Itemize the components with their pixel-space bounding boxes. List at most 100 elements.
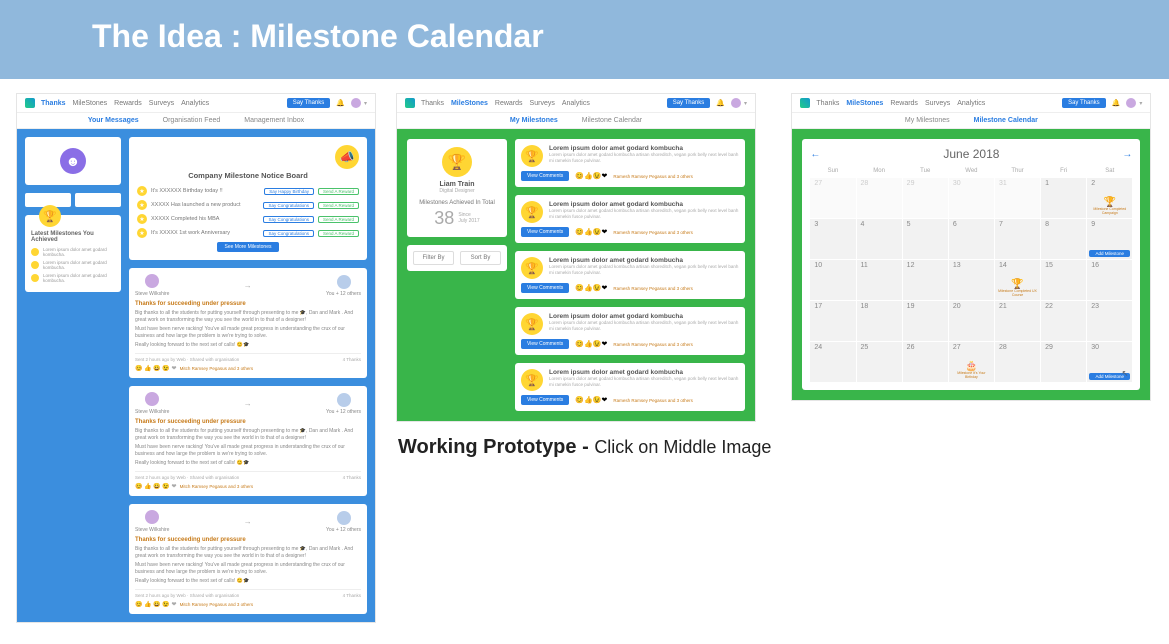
view-comments-button[interactable]: View Comments (521, 283, 569, 293)
calendar-cell[interactable]: 1 (1041, 178, 1086, 218)
calendar-cell[interactable]: 31 (995, 178, 1040, 218)
calendar-cell[interactable]: 25 (857, 342, 902, 382)
emoji-reactions[interactable]: 😊 👍 😀 😉 ❤ (135, 365, 177, 372)
recipients-avatar (337, 393, 351, 407)
prev-month-button[interactable]: ← (810, 149, 820, 160)
calendar-cell[interactable]: 26 (903, 342, 948, 382)
nav-rewards[interactable]: Rewards (114, 100, 142, 107)
say-thanks-button[interactable]: Say Thanks (287, 98, 331, 108)
mock-calendar-view[interactable]: Thanks MileStones Rewards Surveys Analyt… (791, 93, 1151, 401)
mood-card[interactable]: ☻ (25, 137, 121, 185)
nav-surveys[interactable]: Surveys (149, 100, 174, 107)
calendar-cell[interactable]: 15 (1041, 260, 1086, 300)
calendar-cell[interactable]: 18 (857, 301, 902, 341)
calendar-cell[interactable]: 7 (995, 219, 1040, 259)
caret-down-icon[interactable]: ▾ (364, 100, 367, 107)
emoji-reactions[interactable]: 😊 👍 😀 😉 ❤ (135, 601, 177, 608)
tab-management-inbox[interactable]: Management Inbox (244, 117, 304, 124)
emoji-reactions[interactable]: 😊👍😉❤ (575, 172, 607, 180)
tab-milestone-calendar[interactable]: Milestone Calendar (974, 117, 1038, 124)
calendar-cell[interactable]: 10 (810, 260, 855, 300)
view-comments-button[interactable]: View Comments (521, 339, 569, 349)
notice-row: ★XXXXX Has launched a new productSay Con… (137, 200, 359, 210)
nav-rewards[interactable]: Rewards (495, 100, 523, 107)
trophy-icon: 🏆 (39, 205, 61, 227)
calendar-cell[interactable]: 20 (949, 301, 994, 341)
calendar-cell[interactable]: 14🏆Milestone Completed UX Course (995, 260, 1040, 300)
view-comments-button[interactable]: View Comments (521, 171, 569, 181)
profile-role: Digital Designer (415, 188, 499, 194)
view-comments-button[interactable]: View Comments (521, 395, 569, 405)
view-comments-button[interactable]: View Comments (521, 227, 569, 237)
filter-by-button[interactable]: Filter By (413, 251, 454, 265)
tab-my-milestones[interactable]: My Milestones (905, 117, 950, 124)
calendar-cell[interactable]: 16 (1087, 260, 1132, 300)
calendar-cell[interactable]: 9Add Milestone (1087, 219, 1132, 259)
tab-your-messages[interactable]: Your Messages (88, 117, 139, 124)
profile-name: Liam Train (415, 181, 499, 188)
calendar-cell[interactable]: 19 (903, 301, 948, 341)
nav-milestones[interactable]: MileStones (846, 100, 883, 107)
calendar-cell[interactable]: 30Add Milestone↖ (1087, 342, 1132, 382)
tab-my-milestones[interactable]: My Milestones (510, 117, 558, 124)
trophy-icon: 🏆 (442, 147, 472, 177)
say-thanks-button[interactable]: Say Thanks (667, 98, 711, 108)
tab-org-feed[interactable]: Organisation Feed (163, 117, 221, 124)
nav-surveys[interactable]: Surveys (925, 100, 950, 107)
emoji-reactions[interactable]: 😊👍😉❤ (575, 340, 607, 348)
tab-milestone-calendar[interactable]: Milestone Calendar (582, 117, 642, 124)
nav-analytics[interactable]: Analytics (957, 100, 985, 107)
calendar-cell[interactable]: 24 (810, 342, 855, 382)
emoji-reactions[interactable]: 😊👍😉❤ (575, 284, 607, 292)
caret-down-icon[interactable]: ▾ (744, 100, 747, 107)
calendar-cell[interactable]: 11 (857, 260, 902, 300)
nav-surveys[interactable]: Surveys (530, 100, 555, 107)
nav-thanks[interactable]: Thanks (816, 100, 839, 107)
user-avatar[interactable] (731, 98, 741, 108)
calendar-cell[interactable]: 17 (810, 301, 855, 341)
calendar-cell[interactable]: 4 (857, 219, 902, 259)
nav-analytics[interactable]: Analytics (562, 100, 590, 107)
user-avatar[interactable] (1126, 98, 1136, 108)
app-logo-icon (405, 98, 415, 108)
calendar-cell[interactable]: 30 (949, 178, 994, 218)
calendar-cell[interactable]: 28 (995, 342, 1040, 382)
emoji-reactions[interactable]: 😊👍😉❤ (575, 396, 607, 404)
calendar-cell[interactable]: 6 (949, 219, 994, 259)
calendar-cell[interactable]: 27 (810, 178, 855, 218)
add-milestone-button[interactable]: Add Milestone (1089, 250, 1130, 257)
nav-milestones[interactable]: MileStones (451, 100, 488, 107)
calendar-cell[interactable]: 23 (1087, 301, 1132, 341)
bell-icon[interactable]: 🔔 (1112, 99, 1121, 107)
calendar-cell[interactable]: 8 (1041, 219, 1086, 259)
emoji-reactions[interactable]: 😊👍😉❤ (575, 228, 607, 236)
user-avatar[interactable] (351, 98, 361, 108)
bell-icon[interactable]: 🔔 (336, 99, 345, 107)
calendar-cell[interactable]: 21 (995, 301, 1040, 341)
emoji-reactions[interactable]: 😊 👍 😀 😉 ❤ (135, 483, 177, 490)
calendar-cell[interactable]: 29 (1041, 342, 1086, 382)
calendar-cell[interactable]: 2🏆Milestone Completed Campaign (1087, 178, 1132, 218)
bell-icon[interactable]: 🔔 (716, 99, 725, 107)
next-month-button[interactable]: → (1122, 149, 1132, 160)
nav-rewards[interactable]: Rewards (890, 100, 918, 107)
calendar-cell[interactable]: 28 (857, 178, 902, 218)
see-more-milestones-button[interactable]: See More Milestones (217, 242, 280, 252)
calendar-cell[interactable]: 29 (903, 178, 948, 218)
nav-thanks[interactable]: Thanks (41, 100, 66, 107)
calendar-cell[interactable]: 12 (903, 260, 948, 300)
calendar-cell[interactable]: 22 (1041, 301, 1086, 341)
notice-row: ★It's XXXXXX Birthday today !!Say Happy … (137, 186, 359, 196)
nav-analytics[interactable]: Analytics (181, 100, 209, 107)
calendar-cell[interactable]: 5 (903, 219, 948, 259)
calendar-cell[interactable]: 27🎂Milestone It's Your Birthday (949, 342, 994, 382)
nav-thanks[interactable]: Thanks (421, 100, 444, 107)
calendar-cell[interactable]: 13 (949, 260, 994, 300)
caret-down-icon[interactable]: ▾ (1139, 100, 1142, 107)
mock-feed-view[interactable]: Thanks MileStones Rewards Surveys Analyt… (16, 93, 376, 623)
calendar-cell[interactable]: 3 (810, 219, 855, 259)
sort-by-button[interactable]: Sort By (460, 251, 501, 265)
mock-milestones-list-view[interactable]: Thanks MileStones Rewards Surveys Analyt… (396, 93, 756, 422)
say-thanks-button[interactable]: Say Thanks (1062, 98, 1106, 108)
nav-milestones[interactable]: MileStones (73, 100, 108, 107)
